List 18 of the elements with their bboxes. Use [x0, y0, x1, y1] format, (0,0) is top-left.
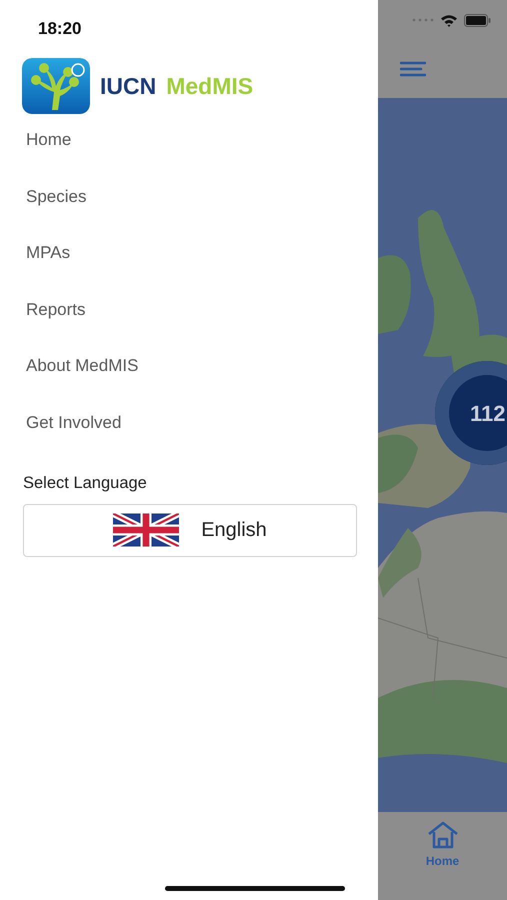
menu-item[interactable]: Home [26, 128, 72, 184]
signal-icon [412, 18, 434, 22]
battery-icon [464, 14, 491, 26]
wifi-icon [440, 14, 458, 26]
menu-item[interactable]: Get Involved [26, 410, 122, 467]
brand-org: IUCN [100, 72, 156, 101]
language-label: Select Language [22, 473, 148, 494]
flag-icon [113, 513, 180, 548]
status-time: 18:20 [37, 18, 82, 40]
language-button[interactable]: English [23, 504, 357, 557]
brand-name: MedMIS [166, 72, 254, 101]
menu-item[interactable]: MPAs [26, 241, 70, 298]
menu-item[interactable]: Reports [26, 298, 86, 354]
menu-item[interactable]: Species [26, 184, 86, 241]
menu-icon[interactable] [400, 61, 426, 77]
menu-item[interactable]: About MedMIS [26, 354, 138, 410]
home-icon [426, 820, 460, 850]
app-logo-icon [22, 58, 90, 114]
